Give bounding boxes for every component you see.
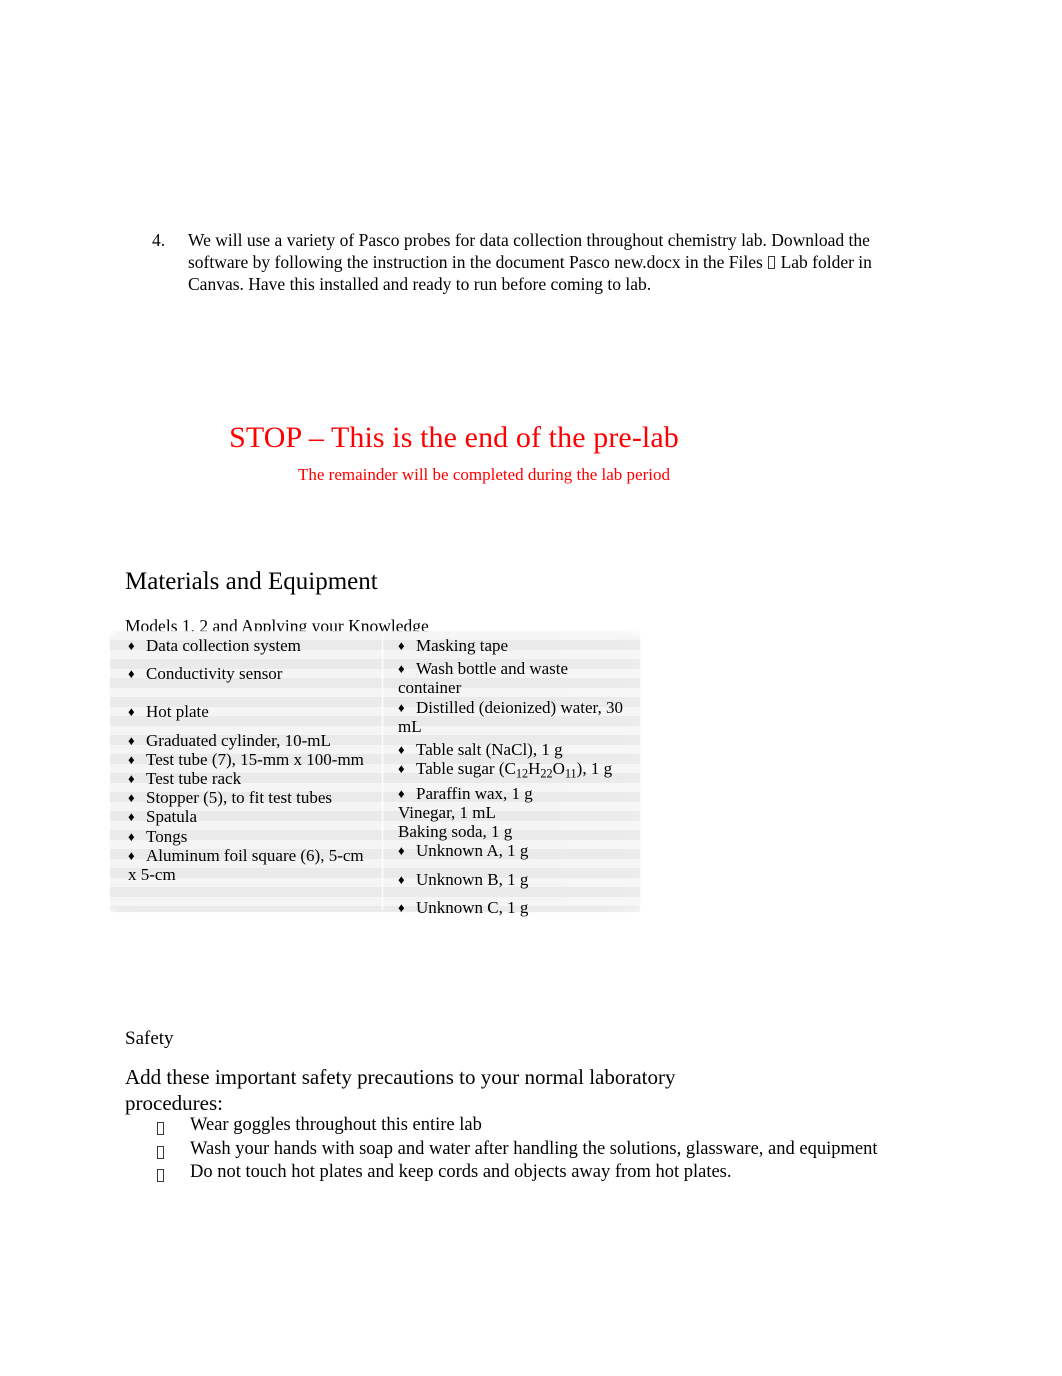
document-page: 4. We will use a variety of Pasco probes…	[0, 0, 1062, 1376]
diamond-bullet-icon: ♦	[128, 771, 135, 787]
diamond-bullet-icon: ♦	[128, 732, 135, 748]
materials-list-item: ♦ Stopper (5), to fit test tubes	[128, 788, 376, 807]
materials-list-item: ♦ Wash bottle and waste	[398, 659, 634, 678]
materials-item-label: Spatula	[146, 807, 197, 827]
materials-list-item: ♦ Unknown B, 1 g	[398, 870, 634, 889]
safety-list-item: Wash your hands with soap and water afte…	[152, 1138, 952, 1162]
materials-item-label: Unknown B, 1 g	[416, 869, 529, 889]
materials-item-label: Vinegar, 1 mL	[398, 803, 496, 823]
list-item-number: 4.	[152, 230, 166, 250]
materials-item-label: Hot plate	[146, 702, 209, 722]
materials-list-item: ♦ Table salt (NaCl), 1 g	[398, 740, 634, 759]
safety-item-label: Do not touch hot plates and keep cords a…	[190, 1162, 732, 1182]
safety-list-item: Do not touch hot plates and keep cords a…	[152, 1161, 952, 1185]
materials-list-item: ♦ Data collection system	[128, 636, 376, 655]
materials-item-label: Aluminum foil square (6), 5-cm	[146, 845, 364, 865]
diamond-bullet-icon: ♦	[398, 899, 405, 915]
materials-item-label: Distilled (deionized) water, 30	[416, 697, 624, 717]
safety-intro-text: Add these important safety precautions t…	[125, 1065, 676, 1115]
materials-item-label: Wash bottle and waste	[416, 659, 569, 679]
materials-list-item: ♦ Unknown C, 1 g	[398, 898, 634, 917]
diamond-bullet-icon: ♦	[128, 704, 135, 720]
materials-list-item: container	[398, 678, 634, 697]
materials-item-label: Baking soda, 1 g	[398, 822, 513, 842]
diamond-bullet-icon: ♦	[398, 871, 405, 887]
materials-item-label: x 5-cm	[128, 865, 176, 885]
materials-item-label: Graduated cylinder, 10-mL	[146, 730, 331, 750]
diamond-bullet-icon: ♦	[128, 847, 135, 863]
missing-glyph-icon	[768, 256, 776, 270]
diamond-bullet-icon: ♦	[128, 828, 135, 844]
safety-list-item: Wear goggles throughout this entire lab	[152, 1114, 952, 1138]
materials-list-item: ♦ Test tube (7), 15-mm x 100-mm	[128, 750, 376, 769]
materials-column-right: ♦ Masking tape ♦ Wash bottle and waste conta…	[382, 631, 640, 917]
materials-column-left: ♦ Data collection system ♦ Conductivity sen…	[110, 631, 382, 912]
diamond-bullet-icon: ♦	[398, 785, 405, 801]
missing-glyph-icon	[156, 1165, 165, 1189]
materials-list-item: ♦ Spatula	[128, 807, 376, 826]
diamond-bullet-icon: ♦	[398, 742, 405, 758]
safety-heading: Safety	[125, 1028, 174, 1049]
diamond-bullet-icon: ♦	[398, 699, 405, 715]
materials-list-item: ♦ Conductivity sensor	[128, 664, 376, 683]
safety-list: Wear goggles throughout this entire lab W…	[152, 1114, 952, 1185]
materials-list-item: x 5-cm	[128, 865, 376, 884]
materials-list-item: ♦ Paraffin wax, 1 g	[398, 784, 634, 803]
diamond-bullet-icon: ♦	[398, 638, 405, 653]
materials-item-label: Masking tape	[416, 636, 509, 655]
materials-list-item: ♦ Graduated cylinder, 10-mL	[128, 731, 376, 750]
materials-list-item: Vinegar, 1 mL	[398, 803, 634, 822]
materials-item-label: Unknown C, 1 g	[416, 897, 529, 917]
materials-item-label: Data collection system	[146, 636, 301, 655]
page-title-materials: Materials and Equipment	[125, 568, 378, 595]
materials-item-label: Table sugar (C	[416, 759, 516, 779]
diamond-bullet-icon: ♦	[398, 761, 405, 777]
materials-list-item: mL	[398, 717, 634, 736]
materials-item-label: mL	[398, 716, 422, 736]
safety-item-label: Wash your hands with soap and water afte…	[190, 1138, 878, 1159]
materials-table: ♦ Data collection system ♦ Conductivity sen…	[110, 631, 640, 917]
stop-title: STOP – This is the end of the pre-lab	[229, 421, 679, 454]
materials-list-item: ♦ Test tube rack	[128, 769, 376, 788]
materials-list-item: ♦ Masking tape	[398, 636, 634, 655]
stop-subtitle: The remainder will be completed during t…	[298, 465, 670, 484]
diamond-bullet-icon: ♦	[398, 843, 405, 859]
materials-item-label: container	[398, 678, 462, 698]
materials-item-label: Tongs	[146, 826, 188, 846]
diamond-bullet-icon: ♦	[398, 661, 405, 677]
materials-item-label: Conductivity sensor	[146, 664, 283, 684]
materials-item-label: Paraffin wax, 1 g	[416, 783, 533, 803]
materials-item-label: Stopper (5), to fit test tubes	[146, 788, 333, 808]
materials-list-item: Baking soda, 1 g	[398, 822, 634, 841]
materials-item-label: Test tube rack	[146, 769, 242, 789]
diamond-bullet-icon: ♦	[128, 790, 135, 806]
chemical-formula: 12H22O11), 1 g	[515, 759, 613, 781]
safety-item-label: Wear goggles throughout this entire lab	[190, 1115, 482, 1135]
materials-list-item: ♦ Unknown A, 1 g	[398, 841, 634, 860]
materials-list-item: ♦ Hot plate	[128, 702, 376, 721]
diamond-bullet-icon: ♦	[128, 809, 135, 825]
materials-list-item: ♦ Distilled (deionized) water, 30	[398, 698, 634, 717]
materials-item-label: Test tube (7), 15-mm x 100-mm	[146, 749, 364, 769]
materials-item-label: Table salt (NaCl), 1 g	[416, 740, 563, 760]
diamond-bullet-icon: ♦	[128, 751, 135, 767]
numbered-list-item-4: 4. We will use a variety of Pasco probes…	[152, 229, 930, 296]
materials-list-item: ♦ Tongs	[128, 827, 376, 846]
materials-item-label: Unknown A, 1 g	[416, 841, 529, 861]
materials-list-item: ♦ Table sugar (C12H22O11), 1 g	[398, 759, 634, 784]
diamond-bullet-icon: ♦	[128, 638, 135, 653]
materials-list-item: ♦ Aluminum foil square (6), 5-cm	[128, 846, 376, 865]
list-item-text: We will use a variety of Pasco probes fo…	[188, 229, 930, 296]
diamond-bullet-icon: ♦	[128, 666, 135, 682]
